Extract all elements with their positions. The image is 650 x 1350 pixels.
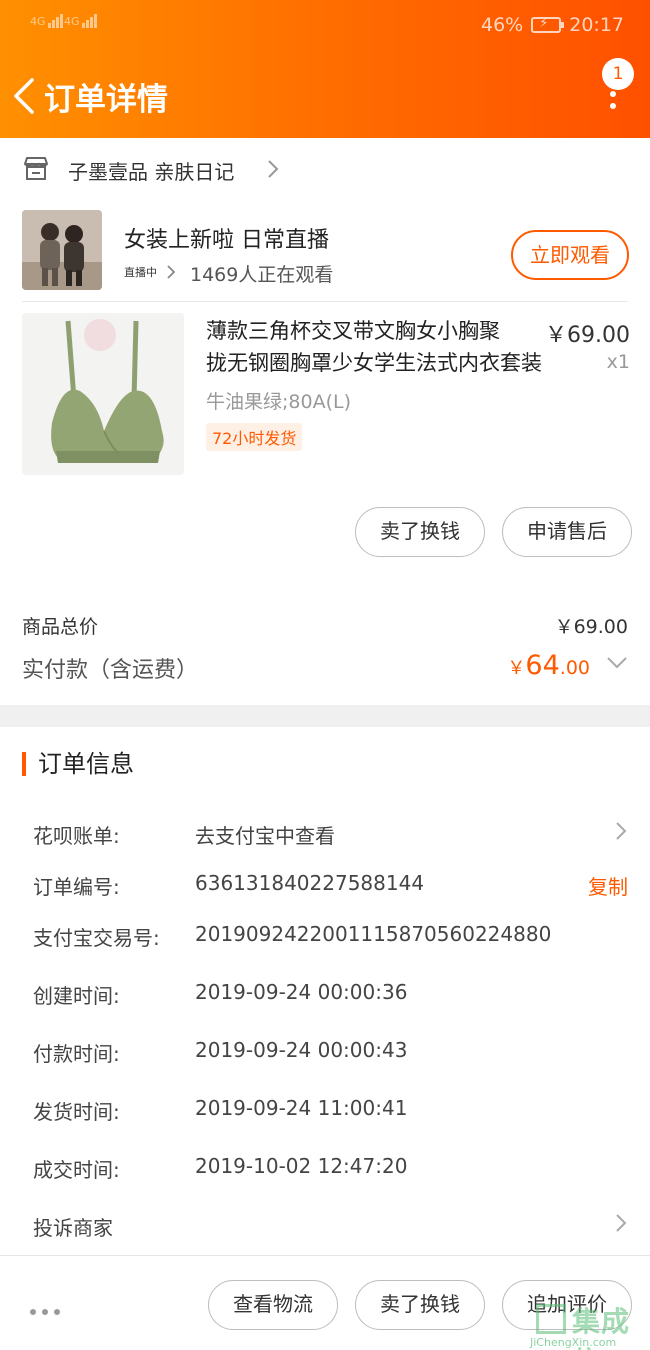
info-label: 成交时间: [33, 1158, 120, 1182]
complain-merchant-row[interactable]: 投诉商家 [0, 1212, 650, 1252]
notification-badge: 1 [602, 58, 634, 90]
watermark-logo-icon [536, 1304, 566, 1334]
info-label: 订单编号: [33, 875, 120, 899]
paid-time-row: 付款时间: 2019-09-24 00:00:43 [0, 1038, 650, 1078]
clock: 20:17 [569, 14, 624, 36]
sell-for-cash-button[interactable]: 卖了换钱 [355, 507, 485, 557]
live-status-label: 直播中 [124, 266, 157, 279]
store-icon [24, 157, 48, 180]
more-horizontal-icon[interactable] [30, 1300, 66, 1319]
view-logistics-button[interactable]: 查看物流 [208, 1280, 338, 1330]
status-bar: 4G 4G 46% ⚡ 20:17 [0, 0, 650, 52]
shop-row[interactable]: 子墨壹品 亲肤日记 [0, 138, 650, 200]
order-item[interactable]: 薄款三角杯交叉带文胸女小胸聚 拢无钢圈胸罩少女学生法式内衣套装 ￥69.00 x… [0, 305, 650, 485]
chevron-right-icon [268, 160, 279, 178]
battery-percent: 46% [481, 14, 524, 36]
live-stream-banner[interactable]: 女装上新啦 日常直播 直播中 1469人正在观看 立即观看 [0, 200, 650, 300]
signal-icon-2: 4G [64, 14, 98, 28]
order-number: 636131840227588144 [195, 871, 425, 895]
alipay-trade-row: 支付宝交易号: 2019092422001115870560224880 [0, 922, 650, 962]
back-arrow-icon[interactable] [10, 76, 40, 116]
chevron-down-icon[interactable] [606, 656, 628, 670]
chevron-right-icon [616, 1214, 627, 1232]
product-title[interactable]: 薄款三角杯交叉带文胸女小胸聚 拢无钢圈胸罩少女学生法式内衣套装 [206, 315, 542, 379]
info-label: 支付宝交易号: [33, 926, 160, 950]
goods-total-label: 商品总价 [22, 616, 99, 638]
product-price: ￥69.00 [545, 323, 630, 348]
status-right: 46% ⚡ 20:17 [481, 14, 624, 36]
more-vertical-icon [610, 91, 616, 115]
info-label: 付款时间: [33, 1042, 120, 1066]
goods-total-value: ￥69.00 [554, 616, 628, 638]
live-viewers-count: 1469人正在观看 [190, 264, 334, 286]
watch-now-button[interactable]: 立即观看 [511, 230, 629, 280]
product-sku: 牛油果绿;80A(L) [206, 391, 351, 413]
info-label: 投诉商家 [33, 1216, 113, 1240]
info-value: 2019-09-24 00:00:43 [195, 1038, 408, 1062]
shipping-tag: 72小时发货 [206, 423, 303, 451]
completed-time-row: 成交时间: 2019-10-02 12:47:20 [0, 1154, 650, 1194]
watermark-subtext: JiChengXin.com [530, 1336, 617, 1349]
info-value: 去支付宝中查看 [195, 824, 335, 848]
product-title-line2: 拢无钢圈胸罩少女学生法式内衣套装 [206, 351, 542, 375]
divider [22, 301, 628, 302]
info-label: 创建时间: [33, 984, 120, 1008]
more-menu-button[interactable]: 1 [598, 58, 634, 114]
chevron-right-small-icon [167, 265, 176, 279]
info-label: 发货时间: [33, 1100, 120, 1124]
order-number-row: 订单编号: 636131840227588144 复制 [0, 871, 650, 911]
section-separator [0, 705, 650, 727]
info-value: 2019-10-02 12:47:20 [195, 1154, 408, 1178]
signal-icon-1: 4G [30, 14, 64, 28]
live-title: 女装上新啦 日常直播 [124, 228, 329, 253]
product-quantity: x1 [606, 351, 630, 373]
after-sales-button[interactable]: 申请售后 [502, 507, 632, 557]
paid-amount-value: ￥64.00 [507, 650, 590, 681]
huabei-bill-row[interactable]: 花呗账单: 去支付宝中查看 [0, 820, 650, 860]
battery-icon: ⚡ [531, 16, 565, 33]
shipped-time-row: 发货时间: 2019-09-24 11:00:41 [0, 1096, 650, 1136]
product-title-line1: 薄款三角杯交叉带文胸女小胸聚 [206, 319, 500, 343]
shop-name: 子墨壹品 亲肤日记 [68, 160, 235, 184]
info-value: 2019-09-24 11:00:41 [195, 1096, 408, 1120]
live-thumbnail [22, 210, 102, 290]
chevron-right-icon [616, 822, 627, 840]
alipay-trade-number: 2019092422001115870560224880 [195, 922, 552, 946]
paid-amount-label: 实付款（含运费） [22, 658, 199, 683]
info-label: 花呗账单: [33, 824, 120, 848]
info-value: 2019-09-24 00:00:36 [195, 980, 408, 1004]
top-app-bar: 4G 4G 46% ⚡ 20:17 订单详情 1 [0, 0, 650, 138]
product-image [22, 313, 184, 475]
sell-for-cash-button[interactable]: 卖了换钱 [355, 1280, 485, 1330]
site-watermark-logo: 集成信 JiChengXin.com [530, 1300, 650, 1350]
copy-button[interactable]: 复制 [588, 871, 628, 900]
order-info-title: 订单信息 [22, 752, 134, 776]
created-time-row: 创建时间: 2019-09-24 00:00:36 [0, 980, 650, 1020]
page-title: 订单详情 [44, 82, 168, 118]
